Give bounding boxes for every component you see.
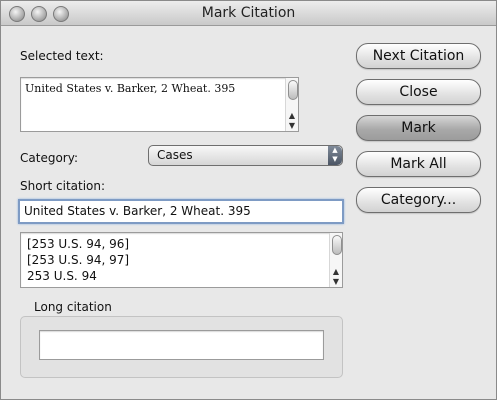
selected-text-label: Selected text:	[20, 49, 104, 63]
selected-text-value: United States v. Barker, 2 Wheat. 395	[25, 82, 236, 95]
short-citation-input[interactable]: United States v. Barker, 2 Wheat. 395	[18, 199, 344, 224]
long-citation-input[interactable]	[39, 330, 324, 360]
mark-citation-window: Mark Citation Selected text: United Stat…	[0, 0, 497, 400]
list-item[interactable]: [253 U.S. 94, 96]	[27, 237, 129, 251]
short-citation-label: Short citation:	[20, 179, 106, 193]
scroll-down-arrow-icon[interactable]: ▼	[286, 121, 298, 130]
category-select-stepper-icon: ▲ ▼	[328, 146, 342, 165]
mark-all-button[interactable]: Mark All	[356, 151, 481, 177]
window-title: Mark Citation	[201, 5, 296, 21]
citation-list[interactable]: [253 U.S. 94, 96] [253 U.S. 94, 97] 253 …	[20, 232, 343, 288]
category-selected-value: Cases	[157, 148, 193, 162]
short-citation-value: United States v. Barker, 2 Wheat. 395	[24, 204, 251, 218]
category-button[interactable]: Category...	[356, 187, 481, 213]
scroll-thumb[interactable]	[332, 235, 342, 255]
mark-button[interactable]: Mark	[356, 115, 481, 141]
long-citation-group	[20, 316, 343, 378]
stepper-down-icon: ▼	[332, 155, 338, 163]
list-item[interactable]: 253 U.S. 94	[27, 269, 97, 283]
category-label: Category:	[20, 151, 78, 165]
list-item[interactable]: [253 U.S. 94, 97]	[27, 253, 129, 267]
next-citation-button[interactable]: Next Citation	[356, 43, 481, 69]
selected-text-scrollbar[interactable]: ▲ ▼	[285, 78, 298, 131]
category-select[interactable]: Cases ▲ ▼	[148, 145, 343, 166]
stepper-up-icon: ▲	[332, 146, 338, 154]
selected-text-area[interactable]: United States v. Barker, 2 Wheat. 395 ▲ …	[20, 77, 299, 132]
scroll-down-arrow-icon[interactable]: ▼	[330, 277, 342, 286]
long-citation-label: Long citation	[34, 300, 112, 314]
close-button[interactable]: Close	[356, 79, 481, 105]
scroll-up-arrow-icon[interactable]: ▲	[286, 111, 298, 120]
title-bar: Mark Citation	[1, 1, 496, 26]
scroll-up-arrow-icon[interactable]: ▲	[330, 267, 342, 276]
scroll-thumb[interactable]	[288, 80, 298, 100]
citation-list-scrollbar[interactable]: ▲ ▼	[329, 233, 342, 287]
